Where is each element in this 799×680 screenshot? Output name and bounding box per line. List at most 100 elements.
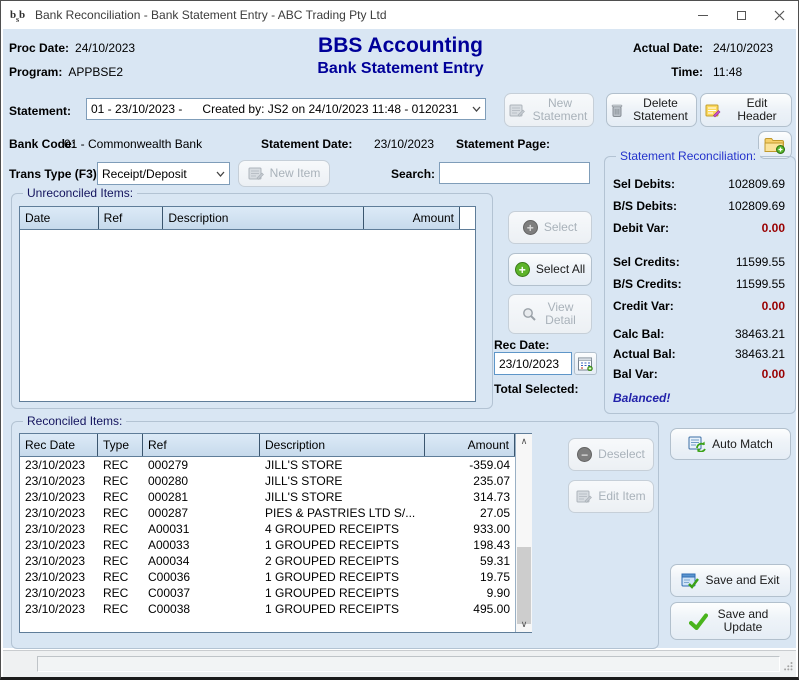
recon-row: B/S Credits:11599.55 <box>613 277 785 291</box>
table-cell: 1 GROUPED RECEIPTS <box>260 569 425 585</box>
column-header-amount: Amount <box>364 207 460 229</box>
deselect-label: Deselect <box>598 448 645 461</box>
table-cell: 59.31 <box>425 553 515 569</box>
window-check-icon <box>681 573 699 589</box>
table-cell: 27.05 <box>425 505 515 521</box>
recon-value: 0.00 <box>762 367 785 381</box>
green-check-icon <box>689 613 708 630</box>
recon-label: Debit Var: <box>613 221 669 235</box>
recon-label: B/S Credits: <box>613 277 682 291</box>
table-row[interactable]: 23/10/2023REC000280JILL'S STORE235.07 <box>20 473 515 489</box>
scrollbar-thumb[interactable] <box>517 547 531 624</box>
plus-circle-icon: + <box>523 220 538 235</box>
recon-row: Actual Bal: 38463.21 <box>613 347 785 361</box>
unreconciled-table: Date Ref Description Amount <box>19 206 476 402</box>
scroll-up-icon[interactable]: ∧ <box>516 434 532 449</box>
table-cell: REC <box>98 569 143 585</box>
search-label: Search: <box>391 167 435 181</box>
auto-match-label: Auto Match <box>712 438 773 451</box>
minimize-icon <box>698 15 708 16</box>
attach-statement-button[interactable] <box>758 131 792 159</box>
reconciled-table-header: Rec Date Type Ref Description Amount <box>20 434 515 457</box>
table-cell: REC <box>98 473 143 489</box>
table-cell: 1 GROUPED RECEIPTS <box>260 601 425 617</box>
table-row[interactable]: 23/10/2023RECA000342 GROUPED RECEIPTS59.… <box>20 553 515 569</box>
auto-match-button[interactable]: Auto Match <box>670 428 791 460</box>
table-cell: 000287 <box>143 505 260 521</box>
recon-value: 38463.21 <box>735 347 785 361</box>
recon-label: Sel Credits: <box>613 255 680 269</box>
table-cell: A00033 <box>143 537 260 553</box>
time-label: Time: <box>611 65 703 79</box>
edit-item-button[interactable]: Edit Item <box>568 480 654 513</box>
minimize-button[interactable] <box>684 1 722 29</box>
table-row[interactable]: 23/10/2023REC000279JILL'S STORE-359.04 <box>20 457 515 473</box>
maximize-button[interactable] <box>722 1 760 29</box>
vertical-scrollbar[interactable]: ∧ ∨ <box>515 434 532 632</box>
titlebar[interactable]: b s b Bank Reconciliation - Bank Stateme… <box>1 1 798 29</box>
table-row[interactable]: 23/10/2023RECA000314 GROUPED RECEIPTS933… <box>20 521 515 537</box>
select-all-button[interactable]: + Select All <box>508 253 592 286</box>
close-button[interactable] <box>760 1 798 29</box>
recon-value: 0.00 <box>762 299 785 313</box>
delete-statement-button[interactable]: Delete Statement <box>606 93 697 127</box>
table-cell: 23/10/2023 <box>20 585 98 601</box>
table-cell: REC <box>98 489 143 505</box>
scroll-down-icon[interactable]: ∨ <box>516 617 532 632</box>
rec-date-label: Rec Date: <box>494 338 549 352</box>
new-statement-button[interactable]: New Statement <box>504 93 594 127</box>
recon-row: Calc Bal:38463.21 <box>613 327 785 341</box>
close-icon <box>774 10 785 21</box>
unreconciled-title: Unreconciled Items: <box>23 186 137 200</box>
view-detail-button[interactable]: View Detail <box>508 294 592 334</box>
save-and-update-button[interactable]: Save and Update <box>670 602 791 640</box>
trans-type-value: Receipt/Deposit <box>98 167 211 181</box>
bank-code-value: 01 - Commonwealth Bank <box>64 137 202 151</box>
resize-grip[interactable] <box>783 660 793 674</box>
table-cell: 23/10/2023 <box>20 537 98 553</box>
new-statement-label: New Statement <box>531 97 589 123</box>
table-row[interactable]: 23/10/2023REC000287PIES & PASTRIES LTD S… <box>20 505 515 521</box>
search-input[interactable] <box>439 162 590 184</box>
reconciled-title: Reconciled Items: <box>23 414 126 428</box>
new-item-label: New Item <box>270 167 321 180</box>
balanced-status: Balanced! <box>613 391 670 405</box>
rec-date-input[interactable] <box>494 352 572 375</box>
table-cell: 1 GROUPED RECEIPTS <box>260 585 425 601</box>
total-selected-label: Total Selected: <box>494 382 578 396</box>
save-and-update-label: Save and Update <box>714 608 772 634</box>
table-row[interactable]: 23/10/2023RECC000381 GROUPED RECEIPTS495… <box>20 601 515 617</box>
recon-label: Sel Debits: <box>613 177 675 191</box>
table-cell: 23/10/2023 <box>20 457 98 473</box>
new-item-button[interactable]: New Item <box>238 160 330 187</box>
table-row[interactable]: 23/10/2023RECA000331 GROUPED RECEIPTS198… <box>20 537 515 553</box>
edit-header-button[interactable]: Edit Header <box>700 93 792 127</box>
header-right-time: Time: 11:48 <box>611 65 789 79</box>
recon-label: Actual Bal: <box>613 347 676 361</box>
table-row[interactable]: 23/10/2023RECC000371 GROUPED RECEIPTS9.9… <box>20 585 515 601</box>
table-cell: REC <box>98 521 143 537</box>
deselect-button[interactable]: − Deselect <box>568 438 654 471</box>
table-row[interactable]: 23/10/2023REC000281JILL'S STORE314.73 <box>20 489 515 505</box>
table-cell: C00038 <box>143 601 260 617</box>
trans-type-select[interactable]: Receipt/Deposit <box>97 162 230 185</box>
table-cell: 000279 <box>143 457 260 473</box>
actual-date-label: Actual Date: <box>611 41 703 55</box>
content-area: Proc Date: 24/10/2023 Program: APPBSE2 B… <box>3 29 796 648</box>
select-button[interactable]: + Select <box>508 211 592 244</box>
trans-type-label: Trans Type (F3): <box>9 167 101 181</box>
rec-date-picker-button[interactable] <box>574 352 597 375</box>
table-cell: PIES & PASTRIES LTD S/... <box>260 505 425 521</box>
save-and-exit-button[interactable]: Save and Exit <box>670 564 791 597</box>
table-cell: REC <box>98 601 143 617</box>
recon-row: Sel Credits:11599.55 <box>613 255 785 269</box>
app-icon: b s b <box>10 7 28 23</box>
minus-circle-icon: − <box>577 447 592 462</box>
table-row[interactable]: 23/10/2023RECC000361 GROUPED RECEIPTS19.… <box>20 569 515 585</box>
table-cell: JILL'S STORE <box>260 457 425 473</box>
window: b s b Bank Reconciliation - Bank Stateme… <box>0 0 799 680</box>
time-value: 11:48 <box>713 65 789 79</box>
table-cell: 495.00 <box>425 601 515 617</box>
table-cell: -359.04 <box>425 457 515 473</box>
statement-select[interactable]: 01 - 23/10/2023 - Created by: JS2 on 24/… <box>86 98 486 120</box>
